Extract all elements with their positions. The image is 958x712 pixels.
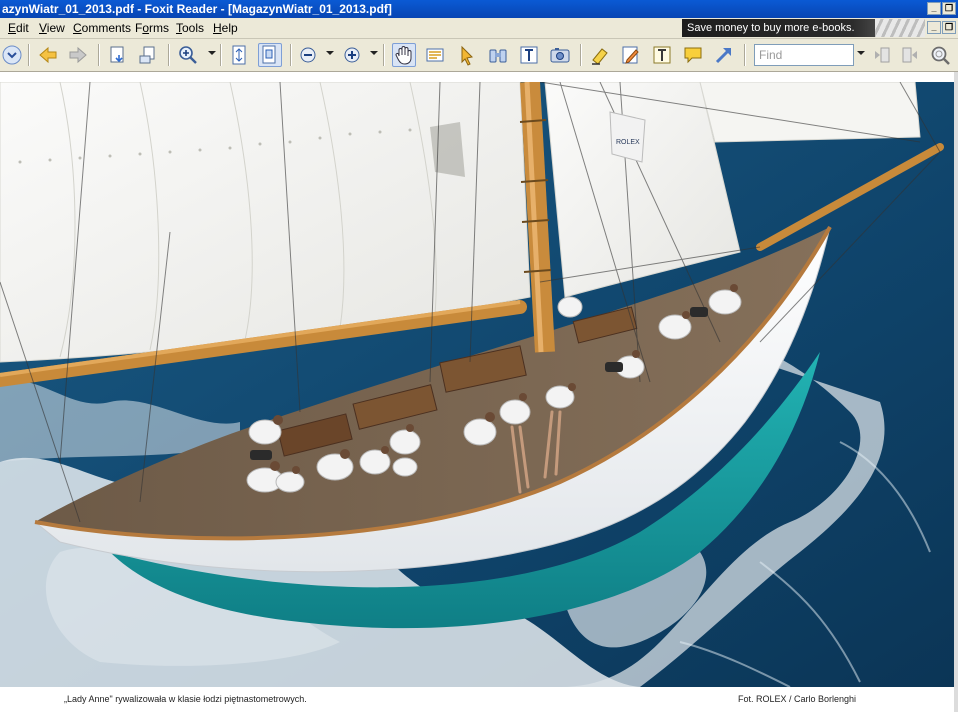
doc-minimize-button[interactable]: _ <box>927 21 941 34</box>
menu-edit-key: E <box>8 21 17 35</box>
toolbar-separator <box>98 44 100 66</box>
actual-size-button[interactable] <box>258 43 282 67</box>
window-title: azynWiatr_01_2013.pdf - Foxit Reader - [… <box>2 2 392 16</box>
page-edge <box>954 72 958 712</box>
plus-circle-icon <box>344 47 360 63</box>
menu-help-label: elp <box>221 21 238 35</box>
text-box-icon <box>520 46 538 64</box>
menu-view[interactable]: View <box>39 21 65 35</box>
menu-bar: Edit View Comments Forms Tools Help Save… <box>0 18 958 39</box>
highlighter-icon <box>592 48 608 65</box>
magazine-photo-sailboat: ROLEX <box>0 82 954 687</box>
zoom-in-button[interactable] <box>340 43 364 67</box>
minimize-button[interactable]: _ <box>927 2 941 15</box>
circle-chevron-icon <box>2 45 22 65</box>
zoom-out-dropdown-arrow[interactable] <box>326 51 334 55</box>
binoculars-icon <box>489 49 507 63</box>
ad-banner[interactable]: Save money to buy more e-books. <box>682 19 925 37</box>
toolbar-separator <box>290 44 292 66</box>
hand-icon <box>395 46 412 65</box>
select-text-icon <box>426 48 444 62</box>
toolbar-separator <box>168 44 170 66</box>
fit-page-button[interactable] <box>227 43 251 67</box>
fit-page-icon <box>232 45 246 65</box>
menu-forms-label: rms <box>149 21 170 35</box>
search-button[interactable] <box>928 43 952 67</box>
arrow-left-icon <box>39 46 57 64</box>
menu-tools[interactable]: Tools <box>176 21 204 35</box>
zoom-tool-button[interactable] <box>176 43 200 67</box>
find-next-button[interactable] <box>898 43 922 67</box>
find-previous-icon <box>875 47 890 63</box>
diagonal-arrow-icon <box>715 47 732 64</box>
menu-forms[interactable]: Forms <box>135 21 169 35</box>
toolbar-separator <box>744 44 746 66</box>
toolbar-menu-button[interactable] <box>0 43 24 67</box>
title-bar[interactable]: azynWiatr_01_2013.pdf - Foxit Reader - [… <box>0 0 958 18</box>
snapshot-button[interactable] <box>548 43 572 67</box>
print-button[interactable] <box>136 43 160 67</box>
menu-help-key: H <box>213 21 222 35</box>
document-window-controls: _ ❐ <box>927 21 956 34</box>
minus-circle-icon <box>300 47 316 63</box>
search-icon <box>931 46 950 65</box>
find-placeholder: Find <box>759 48 783 62</box>
typewriter-button[interactable] <box>517 43 541 67</box>
save-button[interactable] <box>106 43 130 67</box>
reading-mode-button[interactable] <box>486 43 510 67</box>
find-dropdown-arrow[interactable] <box>857 51 865 55</box>
highlight-button[interactable] <box>588 43 612 67</box>
camera-icon <box>550 48 570 63</box>
find-next-icon <box>902 47 917 63</box>
document-viewport[interactable]: ROLEX „Lady Anne" rywalizowała w klasie … <box>0 72 958 712</box>
menu-view-label: iew <box>46 21 65 35</box>
forward-button[interactable] <box>66 43 90 67</box>
zoom-out-button[interactable] <box>296 43 320 67</box>
arrow-tool-button[interactable] <box>712 43 736 67</box>
back-button[interactable] <box>36 43 60 67</box>
select-annotation-button[interactable] <box>455 43 479 67</box>
toolbar-separator <box>580 44 582 66</box>
textbox-button[interactable] <box>650 43 674 67</box>
window-controls: _ ❐ <box>927 2 956 15</box>
comment-bubble-icon <box>684 47 702 64</box>
note-button[interactable] <box>681 43 705 67</box>
foxit-reader-window: azynWiatr_01_2013.pdf - Foxit Reader - [… <box>0 0 958 712</box>
zoom-tool-dropdown-arrow[interactable] <box>208 51 216 55</box>
sailboat-illustration: ROLEX <box>0 82 954 687</box>
ad-stripe-decoration <box>875 19 925 37</box>
restore-button[interactable]: ❐ <box>942 2 956 15</box>
menu-help[interactable]: Help <box>213 21 238 35</box>
arrow-cursor-icon <box>461 45 474 66</box>
doc-restore-button[interactable]: ❐ <box>942 21 956 34</box>
find-previous-button[interactable] <box>870 43 894 67</box>
zoom-in-magnifier-icon <box>179 46 197 64</box>
toolbar-separator <box>220 44 222 66</box>
menu-edit[interactable]: Edit <box>8 21 29 35</box>
menu-comments[interactable]: Comments <box>73 21 131 35</box>
print-document-icon <box>139 46 155 64</box>
pencil-button[interactable] <box>619 43 643 67</box>
menu-comments-key: C <box>73 21 82 35</box>
menu-view-key: V <box>39 21 47 35</box>
menu-tools-label: ools <box>182 21 205 35</box>
actual-size-icon <box>262 45 276 64</box>
menu-edit-label: dit <box>16 21 29 35</box>
toolbar-separator <box>28 44 30 66</box>
ad-text: Save money to buy more e-books. <box>687 22 855 34</box>
rolex-flag <box>609 111 646 163</box>
flag-label: ROLEX <box>616 139 640 146</box>
toolbar-separator <box>383 44 385 66</box>
arrow-right-icon <box>69 46 87 64</box>
photo-caption: „Lady Anne" rywalizowała w klasie łodzi … <box>64 694 307 704</box>
pencil-note-icon <box>622 46 639 64</box>
menu-comments-label: omments <box>81 21 132 35</box>
select-text-button[interactable] <box>423 43 447 67</box>
zoom-in-dropdown-arrow[interactable] <box>370 51 378 55</box>
find-input[interactable]: Find <box>754 44 854 66</box>
text-tool-icon <box>653 46 671 64</box>
save-document-icon <box>110 46 124 63</box>
photo-credit: Fot. ROLEX / Carlo Borlenghi <box>738 694 857 704</box>
hand-tool-button[interactable] <box>392 43 416 67</box>
